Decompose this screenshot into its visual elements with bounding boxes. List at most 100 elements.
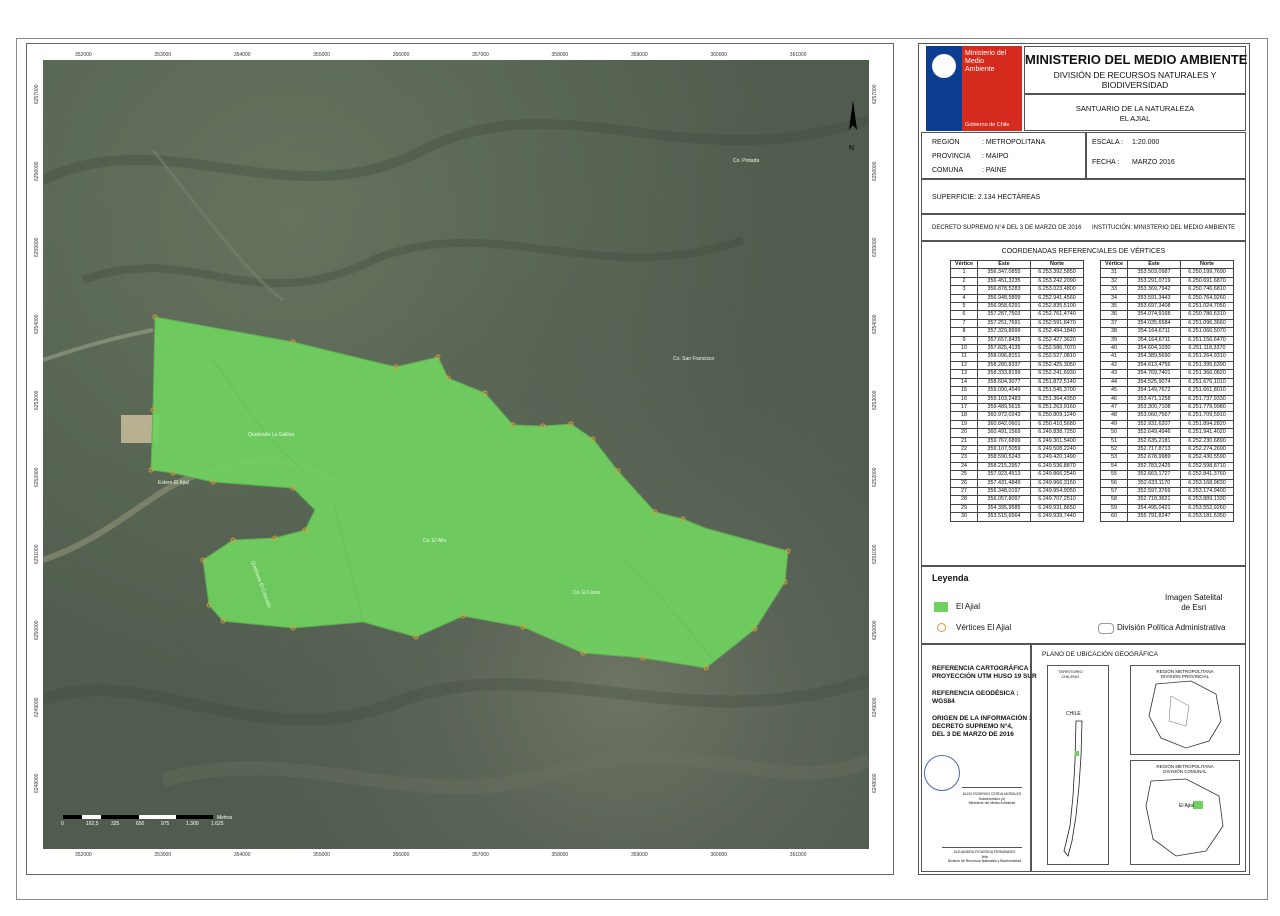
official-seal <box>924 755 960 791</box>
vertex-cell: 356.348,0197 <box>977 486 1031 497</box>
vertex-cell: 59 <box>1100 503 1128 514</box>
vertex-cell: 359.107,5059 <box>977 444 1031 455</box>
vertex-row: 40 354.604,1030 6.251.118,3370 <box>1100 344 1234 354</box>
coord-tick-label: 359000 <box>630 852 648 858</box>
vertex-row: 47 353.300,7108 6.251.779,9980 <box>1100 402 1234 413</box>
vertex-cell: 357.657,8435 <box>977 335 1031 346</box>
vertex-row: 36 354.074,9168 6.250.786,6310 <box>1100 310 1234 320</box>
coord-tick-label: 6255000 <box>34 237 40 258</box>
carto-ref-line1: REFERENCIA CARTOGRÁFICA : <box>932 665 1033 672</box>
comuna-label: COMUNA <box>932 167 964 174</box>
vertex-cell: 22 <box>950 444 978 455</box>
legend-vertex-icon <box>937 623 946 632</box>
sanctuary-line2: EL AJIAL <box>1119 114 1151 123</box>
vertex-cell: 6.252.230,6890 <box>1180 436 1234 446</box>
vertex-cell: 6.251.364,4350 <box>1030 394 1084 404</box>
vertex-cell: 6.253.174,9400 <box>1180 486 1234 497</box>
provincia-value: : MAIPO <box>982 153 1009 160</box>
vertex-row: 20 360.491,1569 6.249.838,7250 <box>950 428 1084 438</box>
vertex-row: 6 357.287,7503 6.252.761,4740 <box>950 310 1084 320</box>
vertex-cell: 6.249.707,2510 <box>1030 495 1084 505</box>
coord-tick-label: 356000 <box>392 52 410 58</box>
escala-label: ESCALA : <box>1092 139 1124 146</box>
logo-line1: Ministerio del <box>965 50 1007 57</box>
vertex-cell: 16 <box>950 394 978 404</box>
chile-map: TERRITORIO CHILENO CHILE <box>1047 665 1109 865</box>
vertex-cell: 356.451,3235 <box>977 276 1031 287</box>
vertex-cell: 6.252.761,4740 <box>1030 310 1084 320</box>
vertex-cell: 354.035,6584 <box>1127 318 1181 329</box>
vertex-cell: 360.491,1569 <box>977 428 1031 438</box>
vertex-cell: 353.697,3408 <box>1127 302 1181 312</box>
vertex-row: 48 353.060,7567 6.251.709,5910 <box>1100 411 1234 421</box>
coord-tick-label: 6249000 <box>872 697 878 717</box>
vertex-row: 25 357.923,4513 6.249.866,2540 <box>950 470 1084 480</box>
satellite-map[interactable]: N Metros Co. Pintada Co. San Francisco Q… <box>43 60 869 849</box>
coord-tick-label: 360000 <box>710 52 728 58</box>
vertex-cell: 356.347,0855 <box>977 268 1031 278</box>
geod-ref-line2: WGS84 <box>932 698 955 705</box>
legend-box: Leyenda El Ajial Vértices El Ajial Image… <box>921 566 1246 644</box>
vertex-cell: 6.253.181,5350 <box>1180 512 1234 522</box>
vertex-cell: 6.251.894,2820 <box>1180 419 1234 430</box>
coord-tick-label: 352000 <box>75 52 92 58</box>
coord-tick-label: 358000 <box>551 52 569 58</box>
coord-tick-label: 6252000 <box>34 467 40 487</box>
vertex-row: 22 359.107,5059 6.249.508,2240 <box>950 444 1084 455</box>
sanctuary-line1: SANTUARIO DE LA NATURALEZA <box>1075 104 1195 113</box>
coord-tick-label: 354000 <box>233 852 251 858</box>
vertex-row: 24 358.215,2957 6.249.536,8870 <box>950 461 1084 472</box>
vertex-cell: 354.164,6711 <box>1127 335 1181 346</box>
vertex-cell: 52 <box>1100 444 1128 455</box>
vertex-cell: 354.389,5690 <box>1127 352 1181 362</box>
vertex-cell: 6.251.872,5140 <box>1030 377 1084 388</box>
vertex-cell: 6 <box>950 310 978 320</box>
vertex-cell: 24 <box>950 461 978 472</box>
vertex-cell: 354.164,6711 <box>1127 327 1181 337</box>
scale-tick-label: 1.625 <box>211 821 224 827</box>
vertex-row: 53 352.678,9989 6.252.430,5590 <box>1100 453 1234 463</box>
vertex-cell: 6.249.954,9050 <box>1030 486 1084 497</box>
region-label: REGIÓN <box>932 139 960 146</box>
comunal-outline <box>1145 778 1224 857</box>
vertex-cell: 31 <box>1100 268 1128 278</box>
vertex-cell: 6.250.410,5680 <box>1030 419 1084 430</box>
coord-tick-label: 6254000 <box>872 314 878 334</box>
vertex-cell: 353.503,0987 <box>1127 268 1181 278</box>
vertex-cell: 356.057,8097 <box>977 495 1031 505</box>
vertex-cell: 6.249.838,7250 <box>1030 428 1084 438</box>
legend-title: Leyenda <box>932 573 969 583</box>
vertex-row: 2 356.451,3235 6.253.242,2090 <box>950 276 1084 287</box>
division-line1: DIVISIÓN DE RECURSOS NATURALES Y <box>1053 70 1217 80</box>
vertex-cell: 6.251.366,0820 <box>1180 369 1234 379</box>
vertex-cell: 33 <box>1100 285 1128 295</box>
coord-tick-label: 6257000 <box>34 84 40 104</box>
vertex-cell: 353.291,0719 <box>1127 276 1181 287</box>
fecha-value: MARZO 2016 <box>1132 159 1175 166</box>
vertex-cell: 13 <box>950 369 978 379</box>
vertex-cell: 352.931,6207 <box>1127 419 1181 430</box>
logo-line3: Ambiente <box>965 66 995 73</box>
coord-tick-label: 6257000 <box>872 84 878 104</box>
vertex-cell: 358.604,3077 <box>977 377 1031 388</box>
vertex-cell: 6.250.746,6810 <box>1180 285 1234 295</box>
coord-tick-label: 354000 <box>233 52 251 58</box>
coord-tick-label: 358000 <box>551 852 569 858</box>
legend-satellite-line2: de Esri <box>1181 603 1207 612</box>
vertex-cell: 358.215,2957 <box>977 461 1031 472</box>
vertex-cell: 360.842,0601 <box>977 419 1031 430</box>
vertex-cell: 6.253.392,5850 <box>1030 268 1084 278</box>
vertex-cell: 6.252.274,2690 <box>1180 444 1234 455</box>
vertex-cell: 54 <box>1100 461 1128 472</box>
coord-tick-label: 356000 <box>392 852 410 858</box>
coord-tick-label: 361000 <box>789 852 807 858</box>
vertex-cell: 32 <box>1100 276 1128 287</box>
vertex-cell: 42 <box>1100 360 1128 371</box>
vertex-cell: 17 <box>950 402 978 413</box>
legend-ajial-swatch <box>934 602 948 612</box>
vertex-cell: 6.252.586,7070 <box>1030 344 1084 354</box>
vertex-cell: 352.678,9989 <box>1127 453 1181 463</box>
vertex-row: 26 357.431,4849 6.249.966,3150 <box>950 478 1084 488</box>
vertex-cell: 25 <box>950 470 978 480</box>
vertex-cell: 3 <box>950 285 978 295</box>
